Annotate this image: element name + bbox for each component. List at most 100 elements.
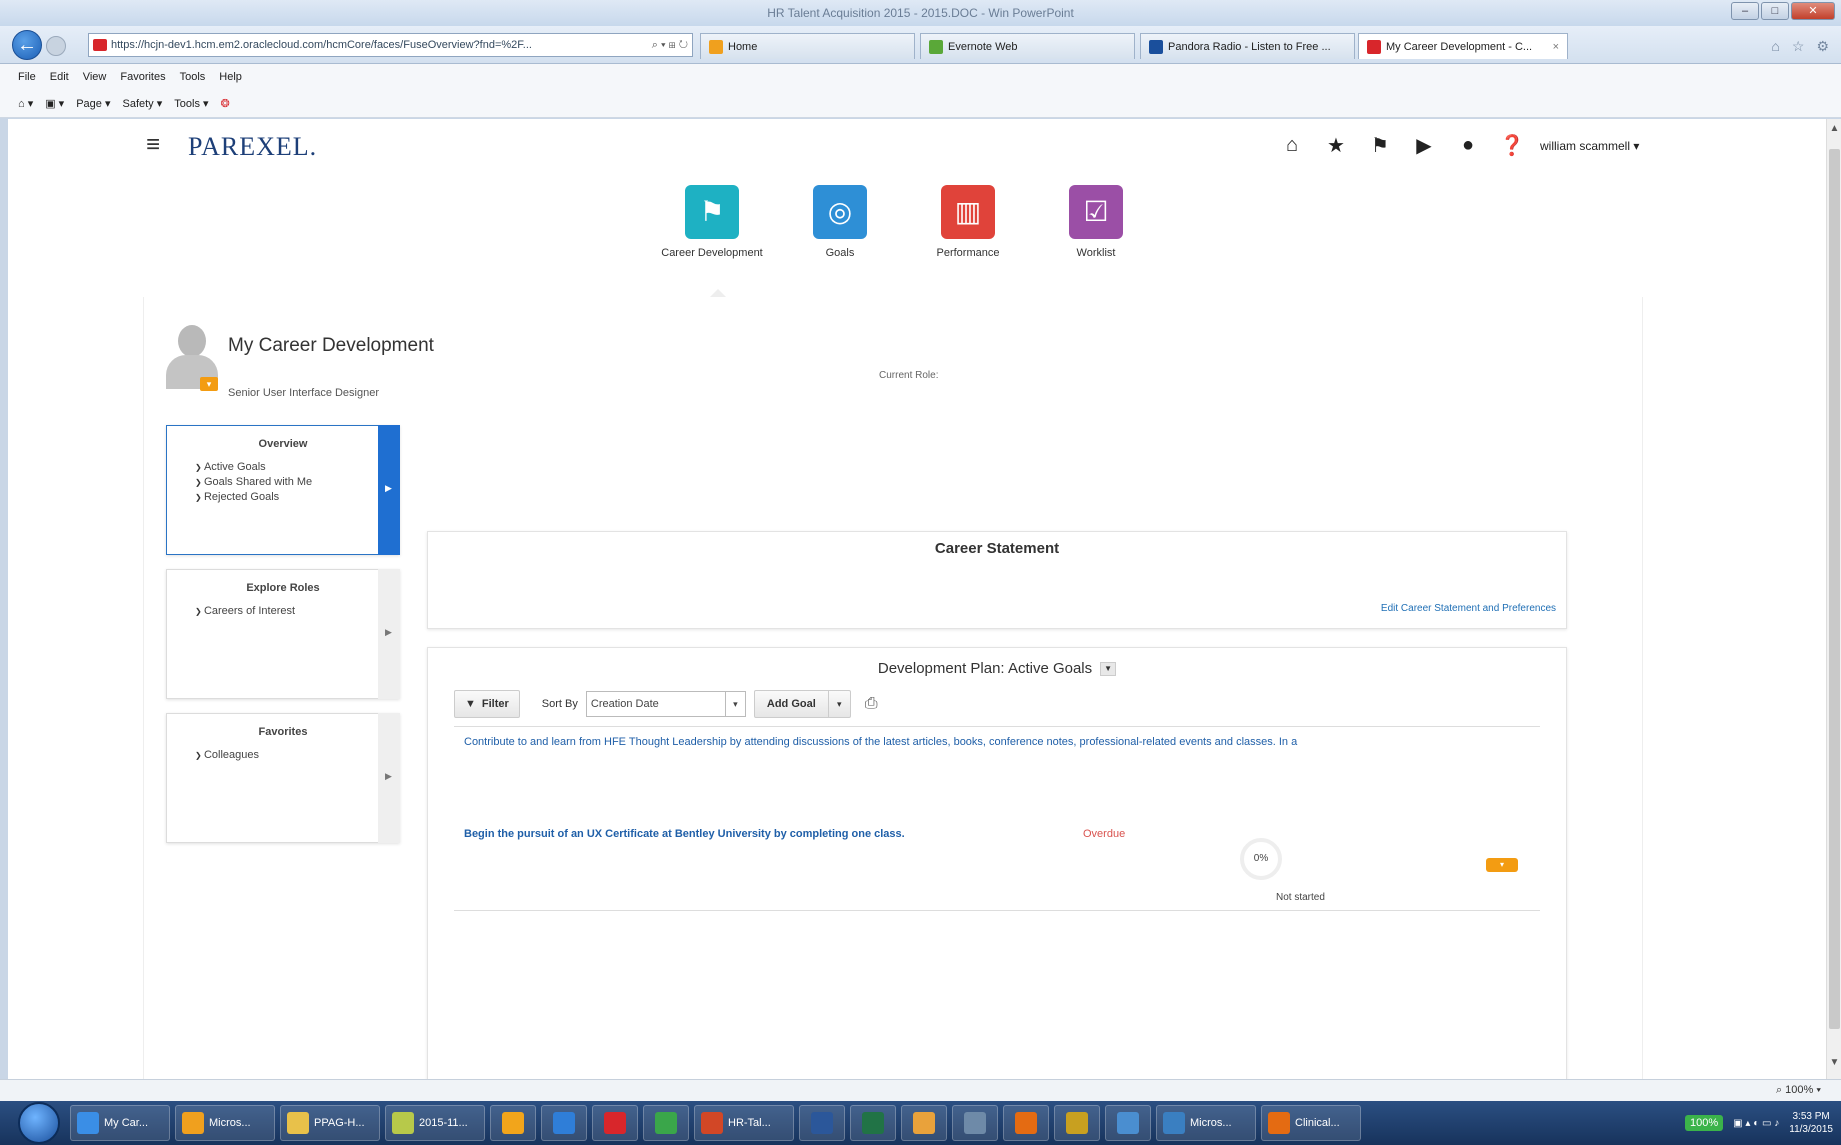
close-tab-icon[interactable]: × [1547,41,1559,53]
taskbar-item[interactable]: HR-Tal... [694,1105,794,1141]
taskbar-item[interactable] [799,1105,845,1141]
explore-roles-card[interactable]: Explore Roles Careers of Interest ▶ [166,569,400,699]
navigator-flag-icon[interactable]: ⚑ [1358,133,1402,158]
springboard-goals[interactable]: ◎ Goals [776,185,904,259]
tab-evernote[interactable]: Evernote Web [920,33,1135,59]
taskbar-item[interactable] [901,1105,947,1141]
window-title: HR Talent Acquisition 2015 - 2015.DOC - … [767,6,1074,20]
print-icon[interactable]: ⎙ [865,695,878,713]
springboard-performance[interactable]: ▥ Performance [904,185,1032,259]
scroll-down-icon[interactable]: ▼ [1827,1057,1841,1075]
taskbar-item[interactable]: My Car... [70,1105,170,1141]
help-icon[interactable]: ❂ [221,97,230,110]
taskbar-item[interactable]: PPAG-H... [280,1105,380,1141]
scrollbar-thumb[interactable] [1829,149,1840,1029]
command-tools[interactable]: Tools ▾ [174,97,208,110]
link-rejected-goals[interactable]: Rejected Goals [195,490,399,505]
page-scrollbar[interactable]: ▲ ▼ [1826,119,1841,1079]
start-button[interactable] [18,1102,60,1144]
tray-icons[interactable]: ▣ ▴ ◐ ▭ ♪ [1733,1118,1779,1129]
battery-percent[interactable]: 100% [1685,1115,1724,1131]
zoom-level[interactable]: ⌕ 100% ▾ [1776,1084,1821,1097]
taskbar-item[interactable] [592,1105,638,1141]
system-tray: 100% ▣ ▴ ◐ ▭ ♪ 3:53 PM 11/3/2015 [1685,1110,1833,1136]
plan-view-dropdown-icon[interactable]: ▼ [1100,662,1117,677]
taskbar-item[interactable] [541,1105,587,1141]
command-safety[interactable]: Safety ▾ [123,97,163,110]
tab-pandora[interactable]: Pandora Radio - Listen to Free ... [1140,33,1355,59]
taskbar-item[interactable]: 2015-11... [385,1105,485,1141]
maximize-button[interactable]: □ [1761,2,1789,20]
development-plan-title: Development Plan: Active Goals ▼ [428,660,1566,677]
browser-command-bar: ⌂ ▾ ▣ ▾ Page ▾ Safety ▾ Tools ▾ ❂ [0,90,1841,118]
taskbar-item[interactable] [952,1105,998,1141]
goal-item-link[interactable]: Contribute to and learn from HFE Thought… [464,736,1544,748]
help-icon[interactable]: ❓ [1490,133,1534,158]
scroll-up-icon[interactable]: ▲ [1827,123,1841,141]
address-bar[interactable]: https://hcjn-dev1.hcm.em2.oraclecloud.co… [88,33,693,57]
springboard-career-development[interactable]: ⚑ Career Development [648,185,776,259]
menu-edit[interactable]: Edit [50,71,69,83]
menu-favorites[interactable]: Favorites [120,71,165,83]
card-expand-tab[interactable]: ▶ [378,425,400,555]
performance-icon: ▥ [941,185,995,239]
link-goals-shared-with-me[interactable]: Goals Shared with Me [195,475,399,490]
back-button[interactable]: ← [12,30,42,60]
link-active-goals[interactable]: Active Goals [195,460,399,475]
command-page[interactable]: Page ▾ [76,97,110,110]
avatar[interactable]: ▾ [166,325,218,391]
home-icon[interactable]: ⌂ [1771,38,1779,55]
taskbar-item[interactable]: Micros... [1156,1105,1256,1141]
taskbar-item[interactable] [643,1105,689,1141]
goal-actions-button[interactable]: ▾ [1486,858,1518,872]
search-icon[interactable]: ⌕ ▾ ⊞ ↻ [648,39,692,52]
close-window-button[interactable]: ✕ [1791,2,1835,20]
overview-card[interactable]: Overview Active Goals Goals Shared with … [166,425,400,555]
menu-file[interactable]: File [18,71,36,83]
taskbar-item[interactable] [1105,1105,1151,1141]
link-colleagues[interactable]: Colleagues [195,748,399,763]
accessibility-icon[interactable]: ● [1446,134,1490,157]
feeds-icon[interactable]: ▣ ▾ [45,97,64,110]
fireworks-icon [392,1112,414,1134]
add-goal-menu-icon[interactable]: ▾ [827,691,850,717]
powerpoint-icon [701,1112,723,1134]
settings-gear-icon[interactable]: ⚙ [1816,38,1829,55]
taskbar-item[interactable] [850,1105,896,1141]
home-icon[interactable]: ⌂ [1270,134,1314,157]
taskbar-item[interactable] [490,1105,536,1141]
divider [454,726,1540,727]
menu-view[interactable]: View [83,71,107,83]
tab-home[interactable]: Home [700,33,915,59]
favorites-card[interactable]: Favorites Colleagues ▶ [166,713,400,843]
notifications-icon[interactable]: ▶ [1402,133,1446,158]
plan-toolbar: ▼ Filter Sort By Creation Date ▾ Add Goa… [454,690,878,718]
add-goal-button[interactable]: Add Goal ▾ [753,690,851,718]
filter-button[interactable]: ▼ Filter [454,690,520,718]
sort-by-select[interactable]: Creation Date ▾ [585,691,746,717]
taskbar-item[interactable]: Clinical... [1261,1105,1361,1141]
edit-career-statement-link[interactable]: Edit Career Statement and Preferences [1381,603,1556,614]
taskbar-item[interactable]: Micros... [175,1105,275,1141]
firefox-icon [1015,1112,1037,1134]
taskbar-item[interactable] [1003,1105,1049,1141]
user-menu[interactable]: william scammell ▾ [1540,139,1639,153]
taskbar-item[interactable] [1054,1105,1100,1141]
favorites-star-icon[interactable]: ★ [1314,133,1358,158]
avatar-menu-icon[interactable]: ▾ [200,377,218,391]
clock[interactable]: 3:53 PM 11/3/2015 [1789,1110,1833,1136]
home-page-icon[interactable]: ⌂ ▾ [18,97,33,110]
tab-my-career-development[interactable]: My Career Development - C... × [1358,33,1568,59]
springboard-worklist[interactable]: ☑ Worklist [1032,185,1160,259]
link-careers-of-interest[interactable]: Careers of Interest [195,604,399,619]
forward-button[interactable] [46,36,66,56]
menu-help[interactable]: Help [219,71,242,83]
favorites-icon[interactable]: ☆ [1792,38,1805,55]
springboard-label: Goals [825,247,855,259]
menu-tools[interactable]: Tools [180,71,206,83]
hamburger-menu-icon[interactable]: ≡ [146,131,160,159]
minimize-button[interactable]: – [1731,2,1759,20]
card-expand-tab[interactable]: ▶ [378,569,400,699]
goal-item-link[interactable]: Begin the pursuit of an UX Certificate a… [464,828,905,840]
card-expand-tab[interactable]: ▶ [378,713,400,843]
